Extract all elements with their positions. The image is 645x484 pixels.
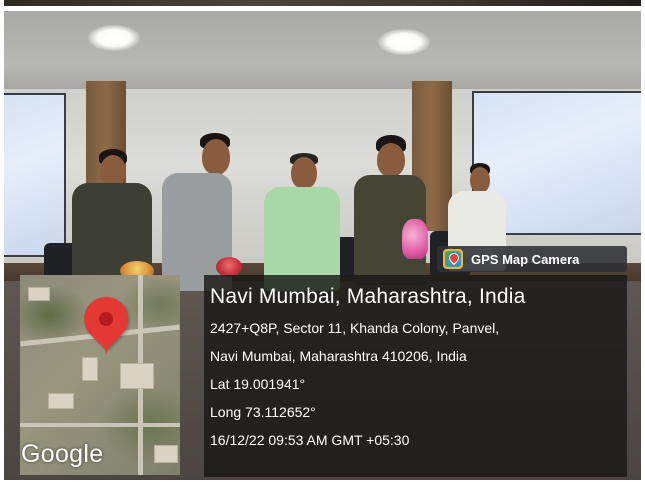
gps-map-camera-app-icon	[443, 249, 463, 269]
person	[264, 151, 340, 291]
location-title: Navi Mumbai, Maharashtra, India	[210, 285, 526, 308]
map-building	[120, 363, 154, 389]
person	[354, 135, 426, 285]
ceiling-light	[88, 25, 140, 51]
map-building	[82, 357, 98, 381]
longitude-text: Long 73.112652°	[210, 404, 316, 420]
flowers	[216, 257, 242, 277]
location-info-panel: Navi Mumbai, Maharashtra, India 2427+Q8P…	[204, 275, 627, 477]
projector-screen-left	[4, 93, 66, 257]
map-building	[28, 287, 50, 301]
map-building	[154, 445, 178, 463]
ceiling-light	[378, 29, 430, 55]
gps-map-camera-badge: GPS Map Camera	[437, 246, 627, 272]
map-road	[20, 423, 180, 427]
datetime-text: 16/12/22 09:53 AM GMT +05:30	[210, 432, 410, 448]
map-thumbnail: Google	[20, 275, 180, 475]
latitude-text: Lat 19.001941°	[210, 376, 306, 392]
map-building	[48, 393, 74, 409]
google-logo: Google	[21, 440, 104, 468]
bouquet	[402, 219, 428, 259]
address-line-1: 2427+Q8P, Sector 11, Khanda Colony, Panv…	[210, 320, 500, 336]
map-pin-dot	[99, 312, 113, 326]
app-name-label: GPS Map Camera	[471, 251, 580, 267]
previous-photo-strip	[4, 0, 641, 6]
address-line-2: Navi Mumbai, Maharashtra 410206, India	[210, 348, 467, 364]
photo: GPS Map Camera Google Navi Mumbai, Mahar…	[0, 0, 645, 484]
